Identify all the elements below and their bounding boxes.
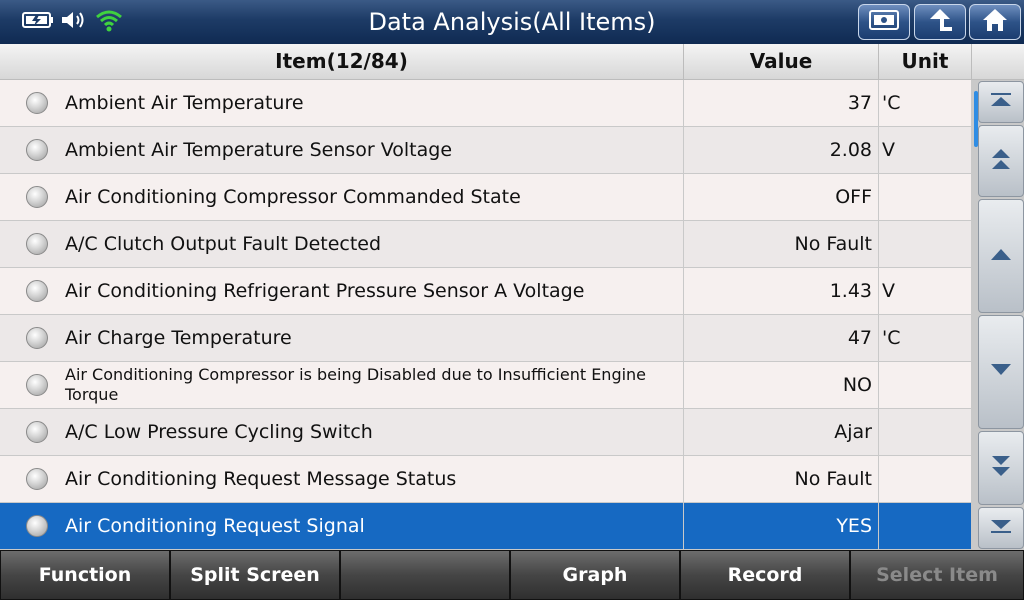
split-screen-button[interactable]: Split Screen <box>170 550 340 600</box>
data-table: Item(12/84) Value Unit Ambient Air Tempe… <box>0 44 972 550</box>
table-header: Item(12/84) Value Unit <box>0 44 972 80</box>
row-unit <box>879 409 972 455</box>
scroll-up-button[interactable] <box>978 199 1024 313</box>
row-unit <box>879 362 972 408</box>
bottom-toolbar: Function Split Screen Graph Record Selec… <box>0 550 1024 600</box>
row-select-radio[interactable] <box>26 327 48 349</box>
select-item-button[interactable]: Select Item <box>850 550 1024 600</box>
row-unit <box>879 456 972 502</box>
row-select-radio[interactable] <box>26 515 48 537</box>
table-row[interactable]: Air Conditioning Request Message Status … <box>0 456 972 503</box>
row-select-radio[interactable] <box>26 421 48 443</box>
row-value: NO <box>684 362 879 408</box>
table-row[interactable]: A/C Clutch Output Fault Detected No Faul… <box>0 221 972 268</box>
row-item: Ambient Air Temperature <box>65 92 304 114</box>
row-select-radio[interactable] <box>26 92 48 114</box>
page-down-icon <box>989 453 1013 483</box>
table-row[interactable]: Ambient Air Temperature 37 'C <box>0 80 972 127</box>
scroll-down-button[interactable] <box>978 315 1024 429</box>
scroll-bottom-icon <box>989 518 1013 538</box>
back-icon <box>925 7 955 37</box>
title-bar: Data Analysis(All Items) <box>0 0 1024 44</box>
row-item: Ambient Air Temperature Sensor Voltage <box>65 139 453 161</box>
scroll-bottom-button[interactable] <box>978 507 1024 549</box>
row-item: Air Conditioning Compressor is being Dis… <box>65 365 647 404</box>
screenshot-icon <box>868 8 900 36</box>
table-row[interactable]: Ambient Air Temperature Sensor Voltage 2… <box>0 127 972 174</box>
screenshot-button[interactable] <box>858 4 910 40</box>
table-row[interactable]: Air Conditioning Compressor is being Dis… <box>0 362 972 409</box>
header-item: Item(12/84) <box>0 44 684 79</box>
row-item: Air Conditioning Request Signal <box>65 515 365 537</box>
home-button[interactable] <box>969 4 1021 40</box>
blank-button[interactable] <box>340 550 510 600</box>
row-unit: 'C <box>879 315 972 361</box>
row-value: 37 <box>684 80 879 126</box>
row-select-radio[interactable] <box>26 139 48 161</box>
table-row[interactable]: Air Charge Temperature 47 'C <box>0 315 972 362</box>
scroll-down-icon <box>989 362 1013 382</box>
row-value: 1.43 <box>684 268 879 314</box>
row-unit: V <box>879 127 972 173</box>
table-row[interactable]: Air Conditioning Compressor Commanded St… <box>0 174 972 221</box>
table-row[interactable]: Air Conditioning Refrigerant Pressure Se… <box>0 268 972 315</box>
header-value: Value <box>684 44 879 79</box>
row-value: 47 <box>684 315 879 361</box>
row-select-radio[interactable] <box>26 280 48 302</box>
home-icon <box>981 7 1009 37</box>
scroll-top-button[interactable] <box>978 81 1024 123</box>
row-item: A/C Clutch Output Fault Detected <box>65 233 382 255</box>
row-select-radio[interactable] <box>26 468 48 490</box>
scroll-column <box>972 44 1024 550</box>
page-down-button[interactable] <box>978 431 1024 505</box>
row-unit <box>879 174 972 220</box>
row-unit <box>879 221 972 267</box>
row-item: Air Charge Temperature <box>65 327 292 349</box>
table-row-selected[interactable]: Air Conditioning Request Signal YES <box>0 503 972 550</box>
row-value: Ajar <box>684 409 879 455</box>
row-value: OFF <box>684 174 879 220</box>
scroll-top-icon <box>989 92 1013 112</box>
scroll-up-icon <box>989 246 1013 266</box>
row-item: A/C Low Pressure Cycling Switch <box>65 421 373 443</box>
row-value: No Fault <box>684 456 879 502</box>
scroll-header <box>972 44 1024 80</box>
row-value: YES <box>684 503 879 549</box>
page-up-button[interactable] <box>978 125 1024 197</box>
row-select-radio[interactable] <box>26 374 48 396</box>
record-button[interactable]: Record <box>680 550 850 600</box>
function-button[interactable]: Function <box>0 550 170 600</box>
row-value: 2.08 <box>684 127 879 173</box>
row-value: No Fault <box>684 221 879 267</box>
row-unit: 'C <box>879 80 972 126</box>
table-row[interactable]: A/C Low Pressure Cycling Switch Ajar <box>0 409 972 456</box>
back-button[interactable] <box>914 4 966 40</box>
row-select-radio[interactable] <box>26 233 48 255</box>
row-select-radio[interactable] <box>26 186 48 208</box>
graph-button[interactable]: Graph <box>510 550 680 600</box>
row-item: Air Conditioning Refrigerant Pressure Se… <box>65 280 585 302</box>
row-unit: V <box>879 268 972 314</box>
row-item: Air Conditioning Request Message Status <box>65 468 457 490</box>
row-unit <box>879 503 972 549</box>
page-up-icon <box>989 146 1013 176</box>
header-unit: Unit <box>879 44 972 79</box>
row-item: Air Conditioning Compressor Commanded St… <box>65 186 521 208</box>
